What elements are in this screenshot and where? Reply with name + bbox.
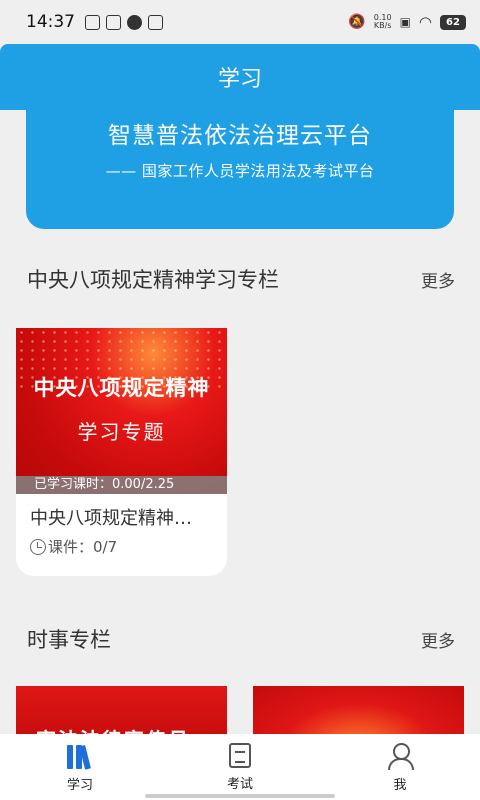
app-header: 学习: [0, 44, 480, 110]
check-notification-icon: [127, 14, 142, 30]
tab-label: 考试: [226, 777, 253, 792]
section-title: 中央八项规定精神学习专栏: [27, 268, 279, 292]
banner-title: 智慧普法依法治理云平台: [108, 123, 372, 149]
notification-icons: [85, 14, 163, 30]
no-sim-icon: ▣: [399, 15, 411, 29]
net-speed: 0.10 KB/s: [374, 14, 392, 30]
course-name: 中央八项规定精神…: [30, 508, 192, 529]
tab-study[interactable]: 学习: [0, 734, 160, 800]
exam-paper-icon: [229, 743, 251, 768]
study-time-progress: 已学习课时：0.00/2.25: [16, 476, 227, 494]
platform-banner: 智慧普法依法治理云平台 —— 国家工作人员学法用法及考试平台: [26, 108, 454, 229]
home-indicator: [145, 794, 335, 798]
course-lessons: 课件：0/7: [16, 530, 227, 557]
books-icon: [67, 743, 93, 770]
status-bar: 14:37 🔕 0.10 KB/s ▣ ◠ 62: [0, 0, 480, 44]
course-cover-image: 中央八项规定精神 学习专题 已学习课时：0.00/2.25: [16, 328, 227, 494]
bottom-tab-bar: 学习 考试 我: [0, 734, 480, 800]
mute-icon: 🔕: [348, 14, 366, 30]
tab-exam[interactable]: 考试: [160, 734, 320, 800]
net-speed-unit: KB/s: [373, 21, 392, 30]
wifi-icon: ◠: [418, 13, 432, 31]
app-notification-icon: [85, 14, 100, 30]
tab-label: 学习: [66, 778, 93, 793]
status-time: 14:37: [26, 12, 75, 32]
course-card[interactable]: 中央八项规定精神 学习专题 已学习课时：0.00/2.25 中央八项规定精神… …: [16, 328, 227, 576]
banner-subtitle: —— 国家工作人员学法用法及考试平台: [105, 162, 375, 180]
status-right: 🔕 0.10 KB/s ▣ ◠ 62: [348, 13, 466, 31]
person-icon: [387, 743, 414, 770]
section-header-eight-regulations: 中央八项规定精神学习专栏 更多: [27, 264, 455, 294]
tab-label: 我: [393, 778, 407, 793]
cover-title: 中央八项规定精神: [33, 376, 210, 400]
more-link[interactable]: 更多: [421, 267, 455, 292]
tab-me[interactable]: 我: [320, 734, 480, 800]
cover-subtitle: 学习专题: [77, 420, 166, 444]
clock-icon: [30, 538, 46, 555]
section-title: 时事专栏: [27, 628, 111, 652]
battery-icon: 62: [440, 14, 466, 30]
page-title: 学习: [217, 67, 262, 92]
section-header-current-affairs: 时事专栏 更多: [27, 624, 455, 654]
mail-notification-icon: [148, 14, 163, 30]
lessons-count: 课件：0/7: [48, 538, 118, 556]
more-link[interactable]: 更多: [421, 627, 455, 652]
news-notification-icon: [106, 14, 121, 30]
